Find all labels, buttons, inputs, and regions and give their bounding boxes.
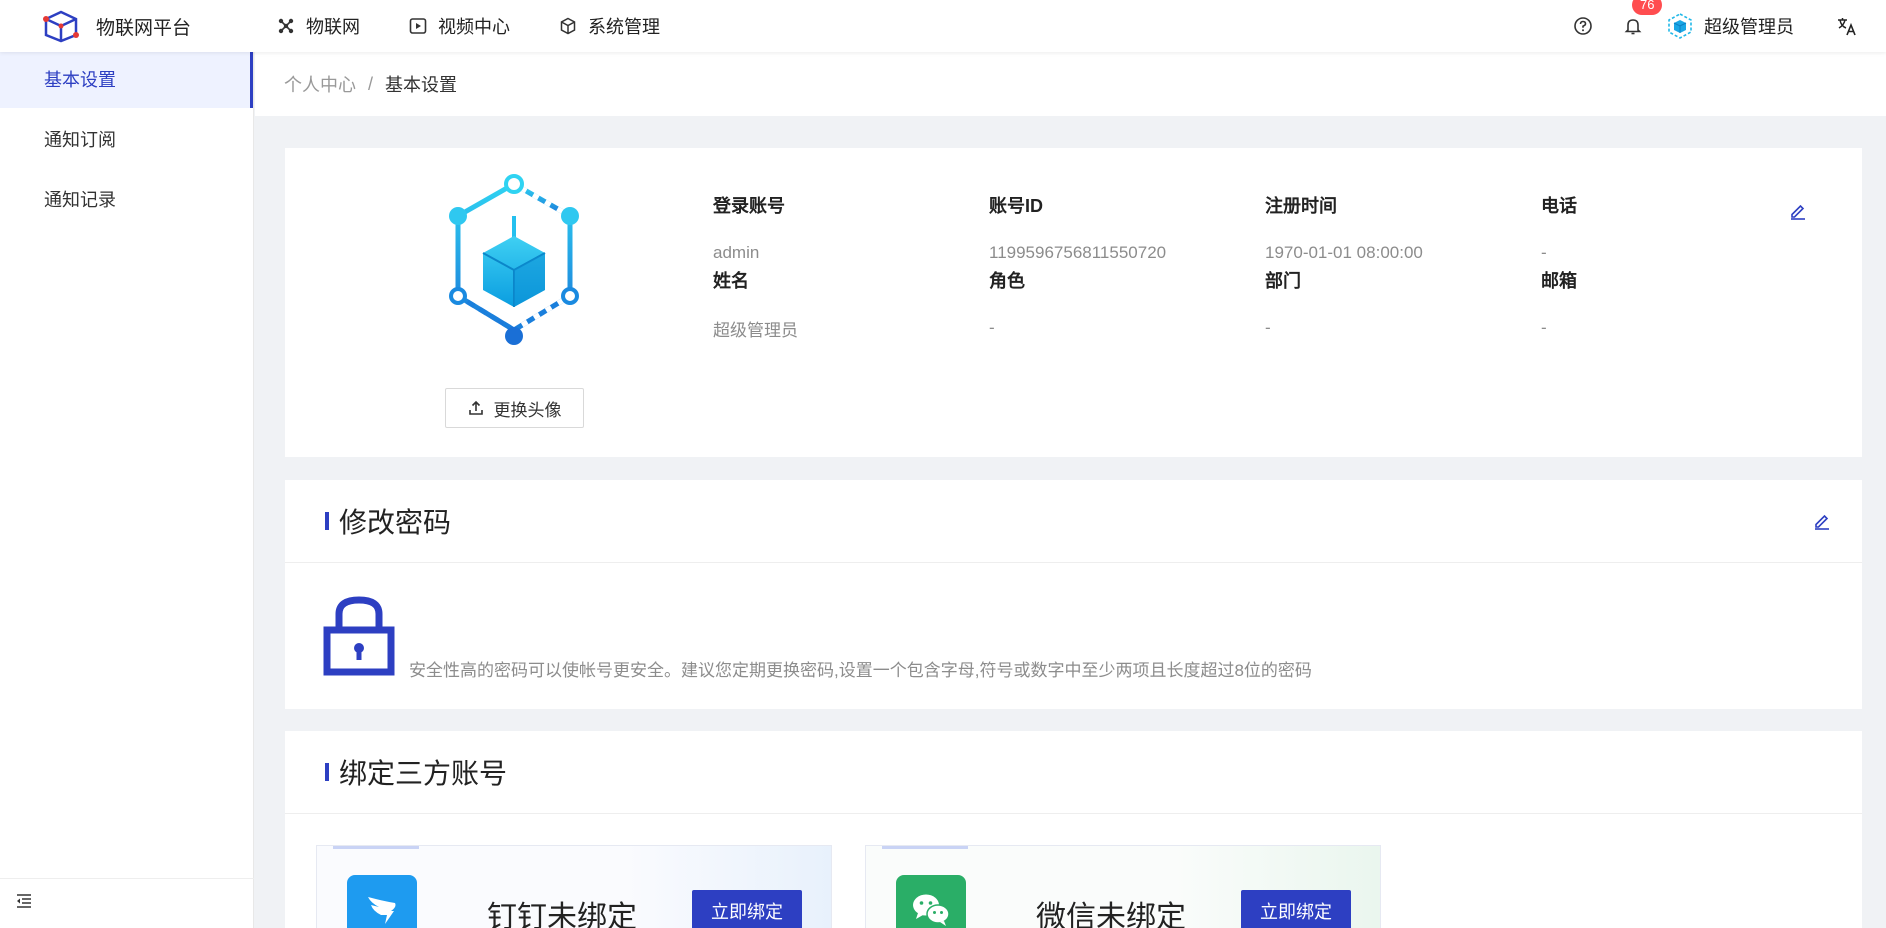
nav-item-label: 系统管理 [588,17,660,37]
account-id-value: 1199596756811550720 [989,243,1167,262]
edit-password-icon[interactable] [1811,510,1833,532]
app-title: 物联网平台 [96,17,192,39]
change-avatar-button[interactable]: 更换头像 [445,388,584,428]
dingtalk-icon [347,875,417,928]
wechat-status: 微信未绑定 [1036,901,1186,928]
title-bar-accent [325,512,329,530]
info-value-row: 超级管理员 - - - [713,297,1817,359]
bind-third-party-title: 绑定三方账号 [339,758,508,789]
notification-bell-icon[interactable]: 76 [1622,0,1663,37]
bind-dingtalk-button[interactable]: 立即绑定 [692,890,802,928]
nav-item-label: 视频中心 [438,17,510,37]
upload-icon [468,400,483,415]
user-name: 超级管理员 [1704,17,1794,37]
change-avatar-label: 更换头像 [493,400,562,420]
sidebar-item-notification-records[interactable]: 通知记录 [0,172,253,228]
email-value: - [1541,318,1547,337]
bind-third-party-header: 绑定三方账号 [285,731,1862,814]
phone-label: 电话 [1541,196,1577,216]
login-account-label: 登录账号 [713,196,785,216]
cube-settings-icon [558,16,578,36]
app-logo[interactable]: 物联网平台 [42,9,272,43]
main-nav: 物联网 视频中心 系统管理 [276,13,708,39]
wechat-icon [896,875,966,928]
sidebar-item-notification-subscription[interactable]: 通知订阅 [0,112,253,168]
title-bar-accent [325,763,329,781]
change-password-title: 修改密码 [339,507,452,538]
profile-avatar [449,174,579,345]
edit-profile-icon[interactable] [1787,200,1809,222]
password-description: 安全性高的密码可以使帐号更安全。建议您定期更换密码,设置一个包含字母,符号或数字… [409,661,1312,680]
translate-icon[interactable] [1836,15,1858,37]
logo-cube-icon [43,10,79,43]
nav-item-label: 物联网 [306,17,360,37]
lock-icon [323,596,395,676]
info-label-row: 登录账号 账号ID 注册时间 电话 [713,188,1817,222]
menu-fold-icon [14,891,34,916]
sidebar-collapse-button[interactable] [0,878,254,928]
avatar [1668,13,1692,39]
breadcrumb-personal-center[interactable]: 个人中心 [284,71,356,97]
header-actions: 76 超级管理员 [1572,0,1886,52]
bind-wechat-button[interactable]: 立即绑定 [1241,890,1351,928]
help-icon[interactable] [1572,15,1594,37]
register-time-label: 注册时间 [1265,196,1337,216]
nav-item-system[interactable]: 系统管理 [558,13,660,39]
profile-card: 更换头像 登录账号 账号ID 注册时间 电话 admin 11995967568… [285,148,1862,457]
dingtalk-status: 钉钉未绑定 [487,901,637,928]
wechat-bind-card: 微信未绑定 立即绑定 [865,845,1381,928]
department-value: - [1265,318,1271,337]
role-value: - [989,318,995,337]
notification-badge: 76 [1632,0,1663,15]
top-navbar: 物联网平台 物联网 视频中心 系统管理 76 超级管理员 [0,0,1886,52]
nav-item-iot[interactable]: 物联网 [276,13,360,39]
info-label-row: 姓名 角色 部门 邮箱 [713,263,1817,297]
breadcrumb: 个人中心 / 基本设置 [255,52,1886,116]
name-value: 超级管理员 [713,320,798,340]
dingtalk-bind-card: 钉钉未绑定 立即绑定 [316,845,832,928]
profile-info-grid: 登录账号 账号ID 注册时间 电话 admin 1199596756811550… [713,188,1817,359]
breadcrumb-separator: / [368,73,374,94]
card-tab-accent [333,846,419,849]
nav-item-video[interactable]: 视频中心 [408,13,510,39]
department-label: 部门 [1265,271,1301,291]
sidebar: 基本设置 通知订阅 通知记录 [0,52,254,928]
iot-icon [276,16,296,36]
role-label: 角色 [989,271,1025,291]
card-tab-accent [882,846,968,849]
account-id-label: 账号ID [989,196,1043,216]
change-password-card: 修改密码 安全性高的密码可以使帐号更安全。建议您定期更换密码,设置一个包含字母,… [285,480,1862,709]
change-password-header: 修改密码 [285,480,1862,563]
bind-third-party-card: 绑定三方账号 钉钉未绑定 立即绑定 微信未绑定 立即绑定 [285,731,1862,928]
breadcrumb-current: 基本设置 [385,75,458,95]
email-label: 邮箱 [1541,271,1577,291]
sidebar-item-basic-settings[interactable]: 基本设置 [0,52,253,108]
login-account-value: admin [713,243,760,262]
video-play-icon [408,16,428,36]
register-time-value: 1970-01-01 08:00:00 [1265,243,1423,262]
name-label: 姓名 [713,271,749,291]
user-menu[interactable]: 超级管理员 [1666,12,1794,40]
phone-value: - [1541,243,1547,262]
